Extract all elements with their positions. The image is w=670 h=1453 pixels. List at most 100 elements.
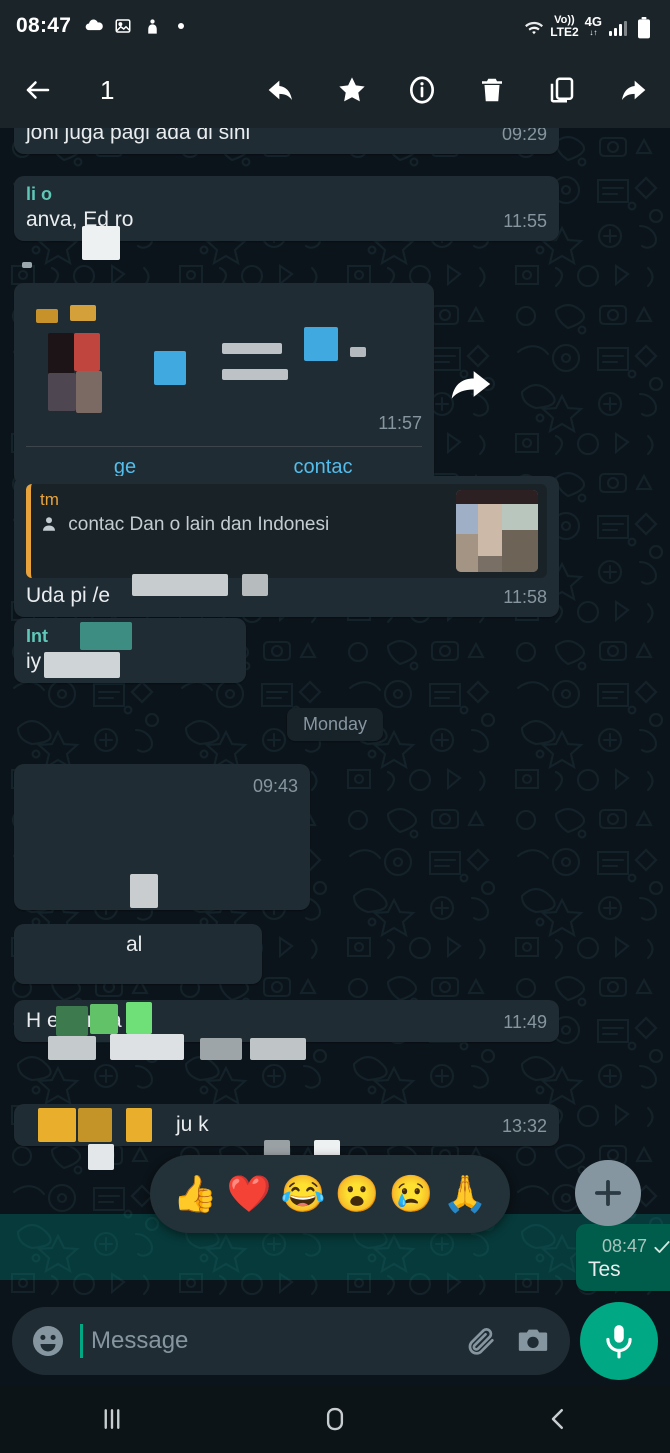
chat-bubble-outgoing[interactable]: 08:47 Tes bbox=[575, 1224, 670, 1291]
volte-indicator: Vo)) LTE2 bbox=[550, 13, 579, 39]
forward-icon[interactable] bbox=[448, 367, 492, 401]
trash-icon[interactable] bbox=[476, 74, 508, 106]
message-text: Uda pi /e bbox=[26, 584, 111, 607]
quoted-message-body: contac Dan o lain dan Indonesi bbox=[40, 513, 448, 536]
plus-icon bbox=[595, 1180, 621, 1206]
message-timestamp: 13:32 bbox=[501, 1116, 547, 1136]
emoji-reaction-bar[interactable]: 👍 ❤️ 😂 😮 😢 🙏 bbox=[150, 1155, 510, 1233]
dot-icon bbox=[171, 16, 191, 36]
reaction-cry[interactable]: 😢 bbox=[389, 1176, 434, 1212]
back-button[interactable] bbox=[528, 1398, 588, 1440]
reaction-heart[interactable]: ❤️ bbox=[227, 1176, 272, 1212]
network-generation-indicator: 4G ↓↑ bbox=[584, 14, 602, 38]
message-row[interactable]: 13:32 ju k bbox=[14, 1104, 670, 1170]
photo-thumbnail bbox=[456, 490, 538, 572]
copy-icon[interactable] bbox=[546, 74, 578, 106]
chat-bubble-incoming[interactable]: al bbox=[14, 924, 262, 984]
redaction-block bbox=[132, 574, 228, 596]
message-timestamp: 09:29 bbox=[501, 128, 547, 144]
chat-bubble-incoming[interactable]: 13:32 ju k bbox=[14, 1104, 559, 1170]
chat-bubble-incoming[interactable]: 11:57 ge contac bbox=[14, 283, 434, 485]
redaction-block bbox=[242, 574, 268, 596]
message-input-placeholder[interactable]: Message bbox=[91, 1327, 448, 1355]
message-row[interactable]: 09:29 joni juga pagi ada di sini bbox=[14, 128, 670, 154]
message-text: al bbox=[126, 933, 143, 956]
redaction-block bbox=[90, 1004, 118, 1034]
redaction-block bbox=[88, 1144, 114, 1170]
message-sender-name: li o bbox=[26, 184, 52, 204]
wifi-icon bbox=[524, 18, 544, 38]
message-timestamp: 11:55 bbox=[503, 211, 547, 231]
reaction-joy[interactable]: 😂 bbox=[281, 1176, 326, 1212]
chat-bubble-incoming[interactable]: 11:49 H en i nga al bbox=[14, 1000, 559, 1060]
day-divider: Monday bbox=[286, 708, 384, 741]
system-navigation-bar[interactable] bbox=[0, 1385, 670, 1453]
message-input-pill[interactable]: Message bbox=[12, 1306, 570, 1375]
quoted-message-author: tm bbox=[40, 490, 59, 509]
redaction-block bbox=[126, 1108, 152, 1142]
message-row[interactable]: 11:49 H en i nga al bbox=[14, 1000, 670, 1060]
redaction-block bbox=[70, 305, 96, 321]
redaction-block bbox=[56, 1006, 88, 1036]
reaction-thumbs-up[interactable]: 👍 bbox=[173, 1176, 218, 1212]
add-reaction-button[interactable] bbox=[575, 1160, 641, 1226]
chat-bubble-incoming[interactable]: li o 11:55 anva, Ed ro bbox=[14, 176, 559, 268]
message-media-preview[interactable] bbox=[26, 291, 422, 413]
message-row-selected[interactable]: 08:47 Tes bbox=[14, 1224, 670, 1291]
forward-icon[interactable] bbox=[616, 74, 648, 106]
redaction-block bbox=[126, 1002, 152, 1034]
message-text: joni juga pagi ada di sini bbox=[26, 128, 251, 144]
image-icon bbox=[113, 16, 133, 36]
quoted-message[interactable]: tm contac Dan o lain dan Indonesi bbox=[26, 484, 547, 578]
message-composer[interactable]: Message bbox=[0, 1296, 670, 1385]
redaction-block bbox=[82, 226, 120, 260]
redaction-block bbox=[36, 309, 58, 323]
redaction-block bbox=[200, 1038, 242, 1060]
message-row[interactable]: 11:57 ge contac bbox=[14, 283, 670, 485]
status-bar-right-cluster: Vo)) LTE2 4G ↓↑ bbox=[524, 13, 654, 39]
redaction-block bbox=[48, 1036, 96, 1060]
redaction-block bbox=[48, 373, 76, 411]
message-timestamp: 11:57 bbox=[378, 413, 422, 433]
chat-message-area[interactable]: 09:29 joni juga pagi ada di sini li o 11… bbox=[0, 128, 670, 1296]
status-bar: 08:47 Vo)) LTE2 4G ↓↑ bbox=[0, 0, 670, 52]
home-button[interactable] bbox=[305, 1398, 365, 1440]
message-row[interactable]: Int iy u t 2 bbox=[14, 618, 670, 683]
redaction-block bbox=[78, 1108, 112, 1142]
text-cursor bbox=[80, 1323, 83, 1358]
redaction-block bbox=[222, 343, 282, 354]
contact-icon bbox=[43, 517, 55, 531]
back-arrow-icon[interactable] bbox=[22, 74, 54, 106]
redaction-block bbox=[48, 333, 74, 375]
chat-bubble-incoming[interactable]: Int iy u t 2 bbox=[14, 618, 246, 683]
message-row[interactable]: al bbox=[14, 924, 670, 984]
redaction-block bbox=[222, 369, 288, 380]
message-row[interactable]: li o 11:55 anva, Ed ro bbox=[14, 176, 670, 268]
paperclip-icon[interactable] bbox=[462, 1322, 500, 1360]
redaction-block bbox=[80, 622, 132, 650]
redaction-block bbox=[304, 327, 338, 361]
chat-bubble-incoming[interactable]: tm contac Dan o lain dan Indonesi 11:58 … bbox=[14, 476, 559, 617]
message-row[interactable]: 09:43 bbox=[14, 764, 670, 910]
info-icon[interactable] bbox=[406, 74, 438, 106]
chat-bubble-incoming[interactable]: 09:29 joni juga pagi ada di sini bbox=[14, 128, 559, 154]
message-meta: 08:47 bbox=[602, 1236, 670, 1257]
camera-icon[interactable] bbox=[514, 1322, 552, 1360]
redaction-block bbox=[110, 1034, 184, 1060]
quoted-message-text: tm contac Dan o lain dan Indonesi bbox=[40, 490, 448, 572]
signal-icon bbox=[608, 18, 628, 38]
message-row[interactable]: tm contac Dan o lain dan Indonesi 11:58 … bbox=[14, 476, 670, 617]
smiley-icon[interactable] bbox=[30, 1323, 66, 1359]
redaction-block bbox=[350, 347, 366, 357]
reply-icon[interactable] bbox=[266, 74, 298, 106]
recents-button[interactable] bbox=[82, 1398, 142, 1440]
message-timestamp: 11:49 bbox=[503, 1012, 547, 1032]
battery-icon bbox=[634, 16, 654, 38]
reaction-pray[interactable]: 🙏 bbox=[443, 1176, 488, 1212]
reaction-surprised[interactable]: 😮 bbox=[335, 1176, 380, 1212]
star-icon[interactable] bbox=[336, 74, 368, 106]
voice-record-button[interactable] bbox=[580, 1301, 658, 1380]
chat-bubble-incoming[interactable]: 09:43 bbox=[14, 764, 310, 910]
sent-check-icon bbox=[654, 1240, 670, 1253]
redaction-block bbox=[76, 371, 102, 413]
